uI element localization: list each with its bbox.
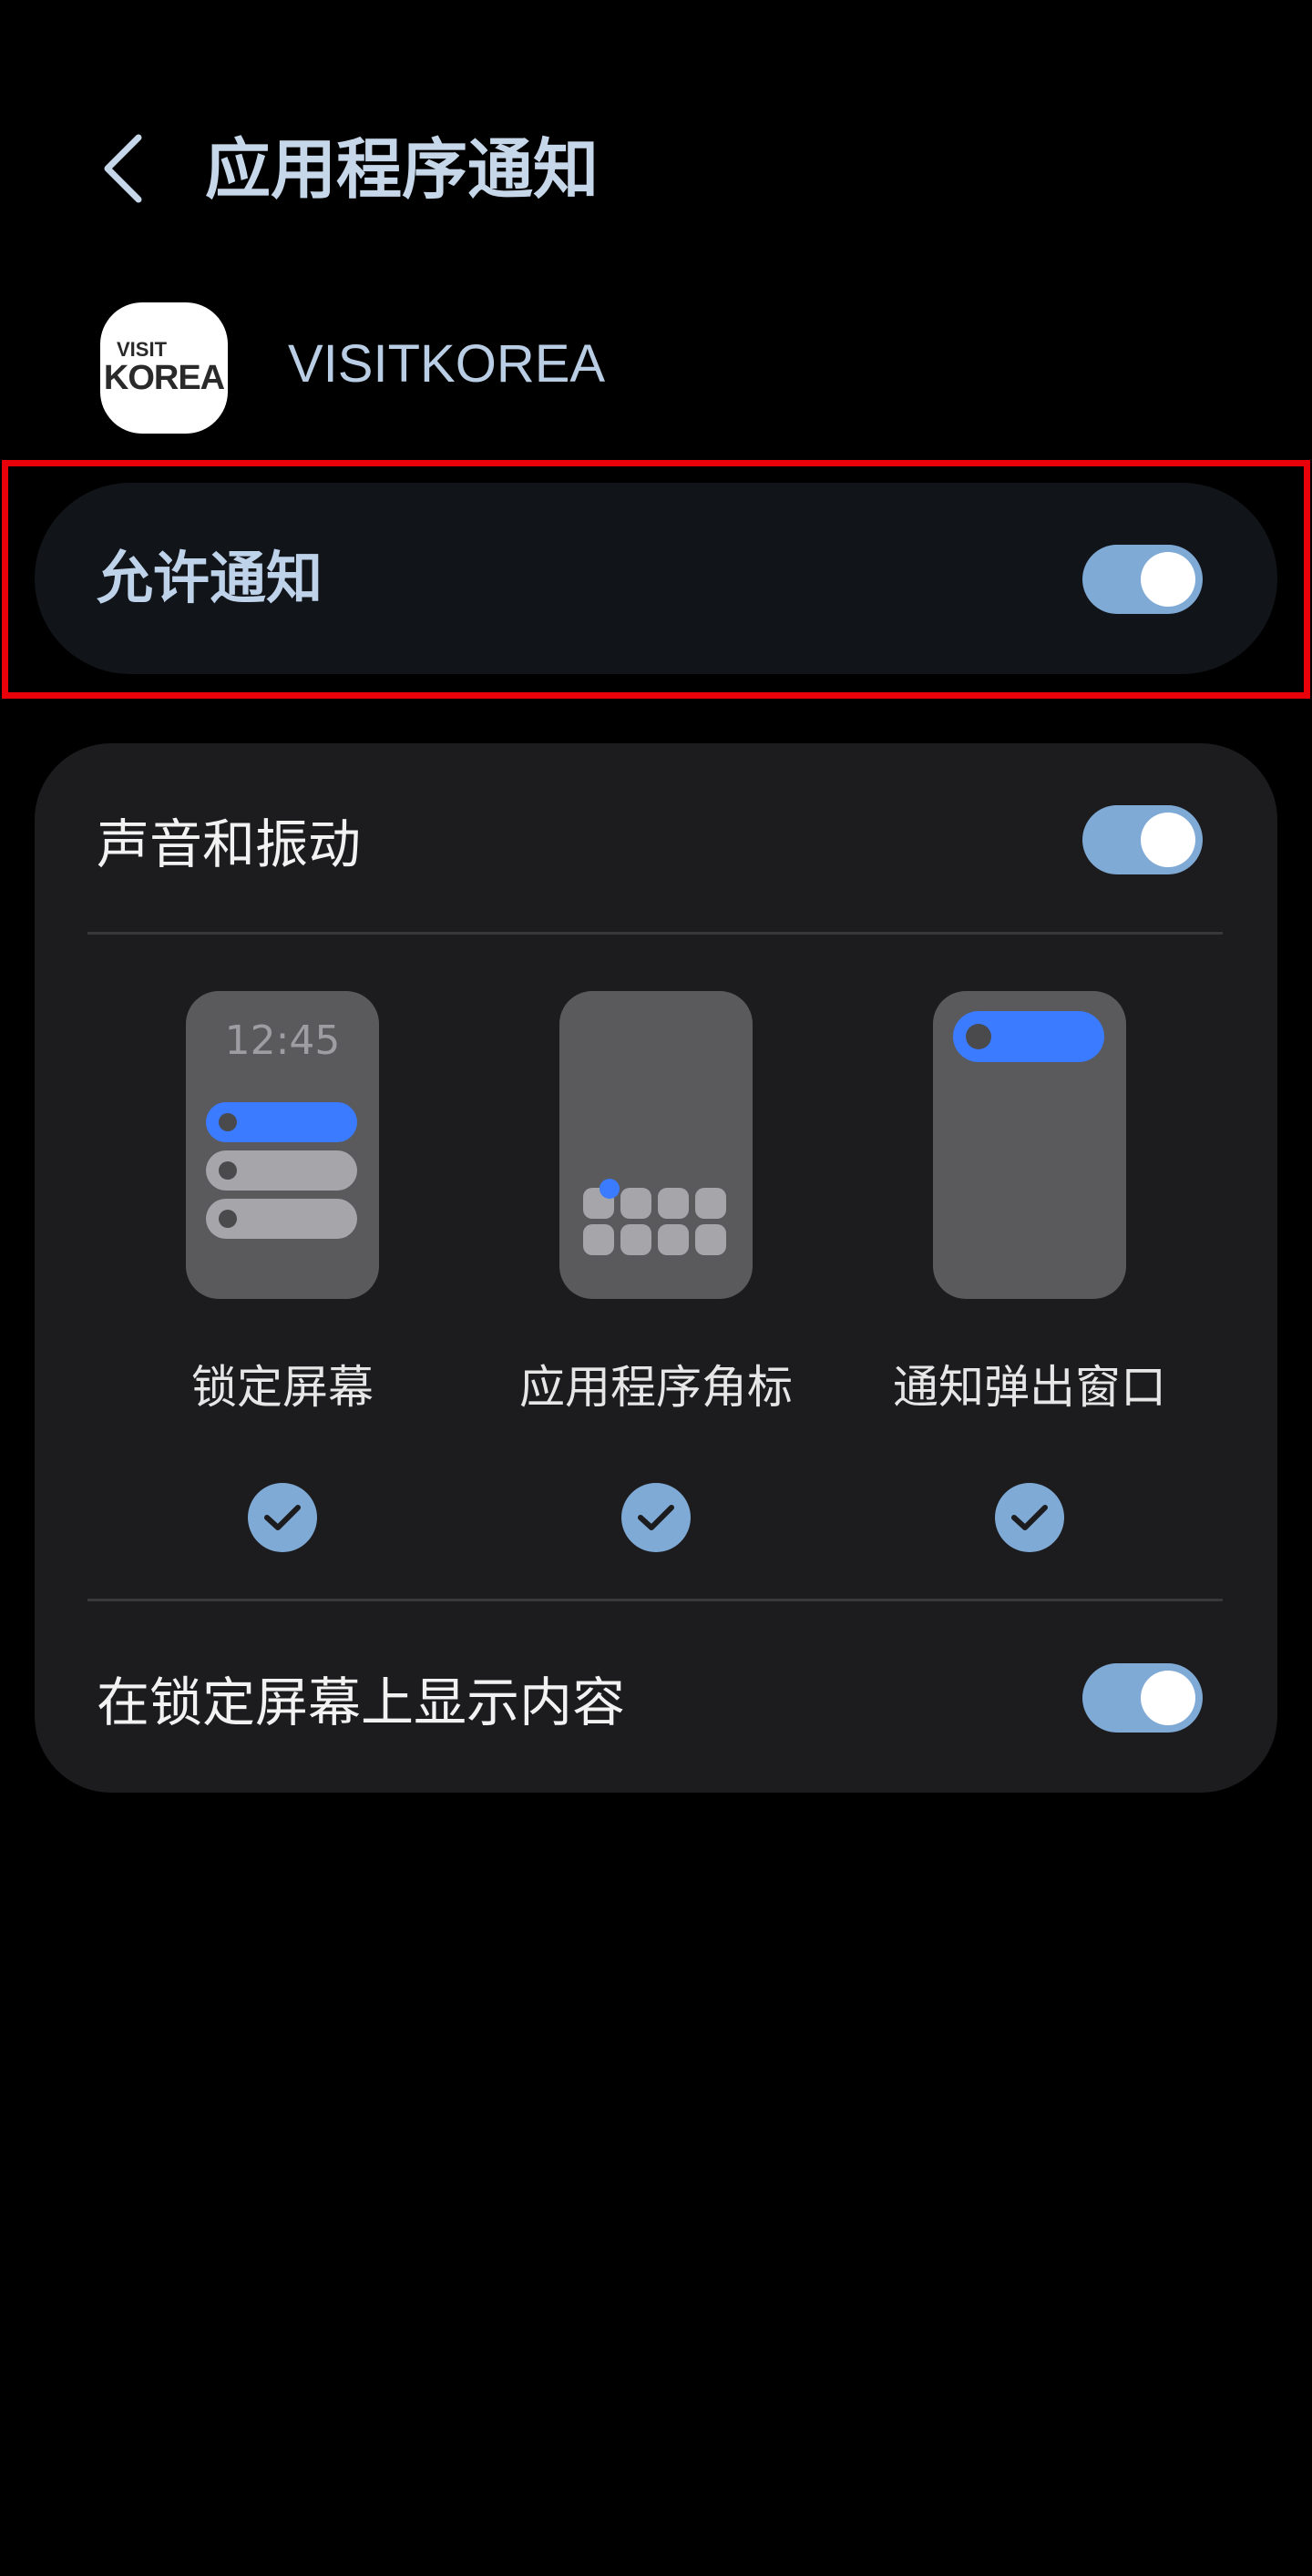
preview-time: 12:45 [224,1017,341,1064]
popup-preview [933,991,1126,1299]
preview-app-icon [620,1188,651,1219]
preview-dot [219,1210,237,1228]
style-option-app-badge[interactable]: 应用程序角标 [468,991,851,1556]
badge-dot [600,1179,620,1199]
preview-dot [219,1113,237,1131]
allow-notifications-toggle[interactable] [1082,545,1203,614]
style-option-label: 应用程序角标 [519,1361,793,1414]
app-logo: VISIT KOREA [100,302,228,434]
divider [87,1599,1223,1601]
preview-notification [206,1199,357,1239]
app-name: VISITKOREA [288,334,606,394]
toggle-knob [1141,813,1195,867]
allow-notifications-row[interactable]: 允许通知 [35,483,1277,674]
lock-screen-content-label: 在锁定屏幕上显示内容 [97,1671,626,1733]
app-badge-preview [559,991,753,1299]
style-option-popup[interactable]: 通知弹出窗口 [842,991,1225,1556]
page-title: 应用程序通知 [205,131,600,208]
notification-settings-card: 声音和振动 12:45 锁定屏幕 应用程序角标 通知弹出窗口 在锁定屏幕上显示内… [35,743,1277,1793]
preview-notification [206,1102,357,1142]
preview-app-icon [620,1224,651,1255]
preview-app-icon [583,1224,614,1255]
toggle-knob [1141,552,1195,607]
style-option-lock-screen[interactable]: 12:45 锁定屏幕 [95,991,477,1556]
preview-popup [953,1011,1104,1062]
check-icon [638,1505,674,1530]
check-popup[interactable] [995,1483,1064,1552]
preview-notification [206,1150,357,1191]
logo-text-korea: KOREA [103,359,225,397]
preview-dot [966,1024,991,1049]
lock-screen-content-toggle[interactable] [1082,1663,1203,1733]
allow-notifications-label: 允许通知 [97,545,323,611]
back-button[interactable] [91,128,155,210]
sound-vibration-toggle[interactable] [1082,805,1203,874]
lock-screen-preview: 12:45 [186,991,379,1299]
preview-dot [219,1161,237,1180]
check-app-badge[interactable] [621,1483,691,1552]
preview-app-icon [658,1188,689,1219]
style-option-label: 通知弹出窗口 [893,1361,1166,1414]
preview-app-icon [695,1188,726,1219]
style-option-label: 锁定屏幕 [191,1361,374,1414]
logo-text-visit: VISIT [117,338,168,361]
divider [87,932,1223,935]
preview-app-icon [658,1224,689,1255]
check-lock-screen[interactable] [248,1483,317,1552]
chevron-left-icon [104,134,142,203]
app-notifications-screen: 应用程序通知 VISIT KOREA VISITKOREA 允许通知 声音和振动… [0,0,1312,2576]
check-icon [264,1505,301,1530]
preview-app-icon [695,1224,726,1255]
sound-vibration-label: 声音和振动 [97,813,362,875]
check-icon [1011,1505,1048,1530]
toggle-knob [1141,1671,1195,1725]
